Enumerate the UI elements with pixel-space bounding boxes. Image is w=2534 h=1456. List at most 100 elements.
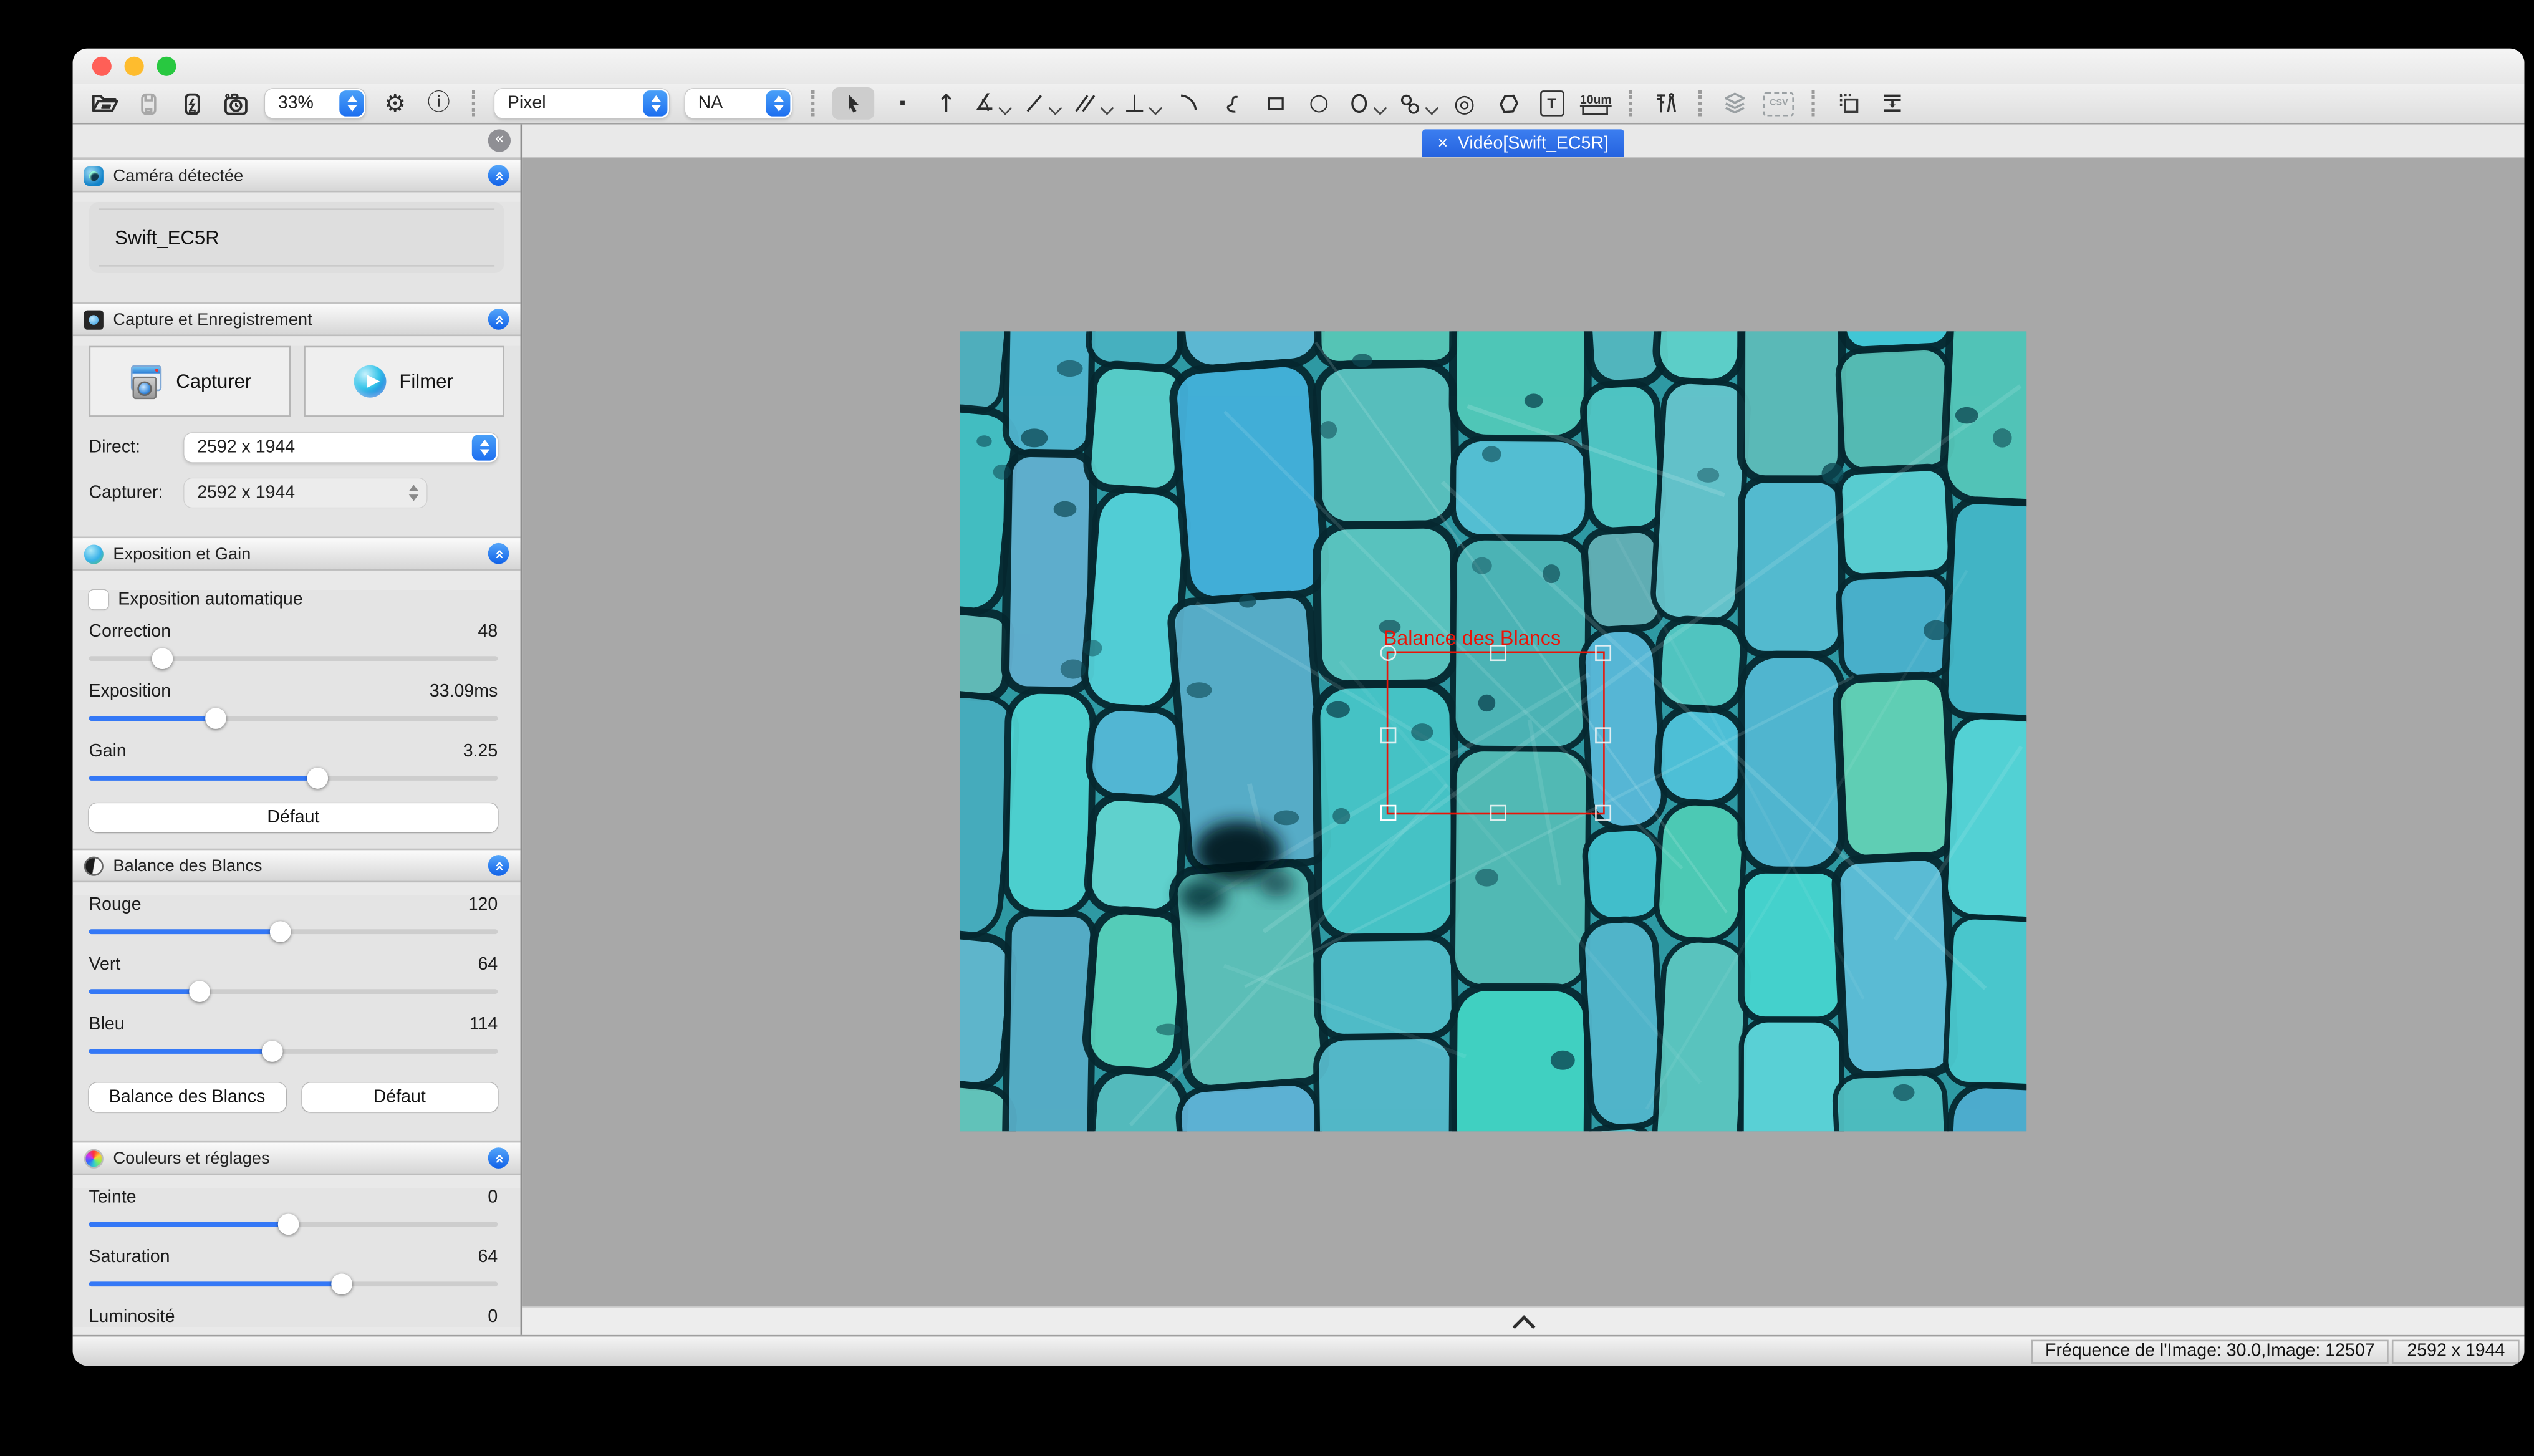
section-header-colors[interactable]: Couleurs et réglages « bbox=[73, 1141, 521, 1175]
rectangle-tool[interactable] bbox=[1260, 87, 1291, 120]
gain-slider[interactable] bbox=[89, 768, 498, 789]
saturation-slider[interactable] bbox=[89, 1273, 498, 1294]
roi-handle[interactable] bbox=[1380, 805, 1396, 821]
timed-capture-button[interactable] bbox=[219, 87, 250, 120]
camera-list-item[interactable]: Swift_EC5R bbox=[99, 208, 494, 266]
slider-thumb[interactable] bbox=[271, 921, 292, 942]
polygon-tool[interactable] bbox=[1493, 87, 1523, 120]
measure-settings-button[interactable] bbox=[1650, 87, 1681, 120]
exposure-default-button[interactable]: Défaut bbox=[89, 803, 498, 832]
cursor-icon bbox=[842, 90, 864, 116]
scalebar-tool[interactable]: 10um bbox=[1580, 87, 1612, 120]
text-tool[interactable]: T bbox=[1536, 87, 1567, 120]
perpendicular-tool[interactable]: ⊥ bbox=[1124, 87, 1160, 120]
white-balance-button[interactable]: Balance des Blancs bbox=[89, 1083, 286, 1112]
slider-thumb[interactable] bbox=[205, 708, 226, 729]
exposure-slider[interactable] bbox=[89, 708, 498, 729]
arc-tool[interactable] bbox=[1173, 87, 1203, 120]
collapse-section-button[interactable]: « bbox=[488, 1147, 509, 1169]
collapse-section-button[interactable]: « bbox=[488, 165, 509, 186]
blue-slider[interactable] bbox=[89, 1041, 498, 1062]
angle-tool[interactable]: ∡ bbox=[975, 87, 1009, 120]
collapse-section-button[interactable]: « bbox=[488, 543, 509, 564]
white-balance-default-button[interactable]: Défaut bbox=[301, 1083, 498, 1112]
circle-tool[interactable]: ○ bbox=[1304, 87, 1334, 120]
red-slider[interactable] bbox=[89, 921, 498, 942]
direct-resolution-select[interactable]: 2592 x 1944 bbox=[184, 433, 498, 463]
zoom-window-button[interactable] bbox=[157, 57, 176, 76]
flash-capture-button[interactable] bbox=[176, 87, 207, 120]
duplicate-button[interactable] bbox=[1833, 87, 1864, 120]
auto-exposure-checkbox[interactable] bbox=[89, 590, 108, 609]
collapse-section-button[interactable]: « bbox=[488, 309, 509, 330]
video-tab[interactable]: × Vidéo[Swift_EC5R] bbox=[1422, 129, 1625, 157]
pointer-tool[interactable] bbox=[832, 87, 874, 120]
auto-exposure-label: Exposition automatique bbox=[118, 590, 302, 609]
line-tool[interactable] bbox=[1022, 87, 1059, 120]
camera-list: Swift_EC5R bbox=[89, 202, 504, 273]
parallel-lines-tool[interactable] bbox=[1072, 87, 1111, 120]
collapse-section-button[interactable]: « bbox=[488, 855, 509, 876]
slider-thumb[interactable] bbox=[307, 768, 329, 789]
close-window-button[interactable] bbox=[92, 57, 112, 76]
roi-handle[interactable] bbox=[1596, 805, 1612, 821]
bottom-panel-expander[interactable] bbox=[522, 1306, 2524, 1335]
chevron-up-icon: « bbox=[491, 170, 507, 181]
roi-handle[interactable] bbox=[1490, 645, 1506, 661]
slider-thumb[interactable] bbox=[152, 648, 173, 669]
slider-thumb[interactable] bbox=[279, 1213, 300, 1235]
section-header-exposure[interactable]: Exposition et Gain « bbox=[73, 536, 521, 570]
green-slider[interactable] bbox=[89, 981, 498, 1002]
slider-thumb[interactable] bbox=[189, 981, 210, 1002]
objective-select[interactable]: NA bbox=[685, 89, 792, 118]
tab-title: Vidéo[Swift_EC5R] bbox=[1458, 133, 1609, 153]
csv-export-button[interactable]: CSV bbox=[1763, 87, 1794, 120]
roi-handle[interactable] bbox=[1490, 805, 1506, 821]
record-button[interactable]: Filmer bbox=[303, 346, 504, 417]
correction-slider[interactable] bbox=[89, 648, 498, 669]
open-file-button[interactable] bbox=[89, 87, 120, 120]
layers-button[interactable] bbox=[1720, 87, 1750, 120]
section-header-capture[interactable]: Capture et Enregistrement « bbox=[73, 302, 521, 336]
info-button[interactable]: ⓘ bbox=[423, 87, 454, 120]
point-tool[interactable]: · bbox=[887, 87, 918, 120]
status-bar: Fréquence de l'Image: 30.0,Image: 12507 … bbox=[73, 1335, 2525, 1366]
frame-info-status: Fréquence de l'Image: 30.0,Image: 12507 bbox=[2031, 1339, 2389, 1363]
camera-flash-icon bbox=[178, 90, 204, 117]
stepper-icon[interactable] bbox=[339, 90, 364, 116]
slider-label: Correction bbox=[89, 622, 478, 642]
slider-thumb[interactable] bbox=[332, 1273, 353, 1294]
curve-tool[interactable] bbox=[1216, 87, 1247, 120]
unit-select[interactable]: Pixel bbox=[494, 89, 669, 118]
section-header-white-balance[interactable]: Balance des Blancs « bbox=[73, 849, 521, 882]
roi-handle[interactable] bbox=[1596, 645, 1612, 661]
settings-button[interactable]: ⚙ bbox=[380, 87, 410, 120]
toolbar-separator bbox=[811, 90, 814, 116]
hue-slider[interactable] bbox=[89, 1213, 498, 1235]
arrow-tool[interactable]: ↑ bbox=[931, 87, 961, 120]
white-balance-roi[interactable]: Balance des Blancs bbox=[1387, 652, 1606, 815]
tab-close-icon[interactable]: × bbox=[1438, 133, 1448, 153]
concentric-circles-tool[interactable]: ◎ bbox=[1449, 87, 1480, 120]
stepper-icon[interactable] bbox=[766, 90, 791, 116]
zoom-select[interactable]: 33% bbox=[265, 89, 365, 118]
ellipse-tool[interactable] bbox=[1347, 87, 1385, 120]
caliper-compass-icon bbox=[1653, 90, 1679, 116]
stepper-icon[interactable] bbox=[472, 435, 496, 460]
linked-circles-tool[interactable] bbox=[1397, 87, 1436, 120]
roi-handle[interactable] bbox=[1380, 645, 1396, 661]
roi-handle[interactable] bbox=[1596, 726, 1612, 743]
save-button[interactable] bbox=[133, 87, 163, 120]
capture-button[interactable]: Capturer bbox=[89, 346, 291, 417]
minimize-window-button[interactable] bbox=[125, 57, 144, 76]
sidebar-collapse-button[interactable]: « bbox=[488, 129, 511, 152]
section-header-camera[interactable]: Caméra détectée « bbox=[73, 158, 521, 192]
flatten-button[interactable] bbox=[1877, 87, 1907, 120]
viewport[interactable]: Balance des Blancs bbox=[522, 158, 2524, 1306]
snap-resolution-select[interactable]: 2592 x 1944 bbox=[184, 478, 426, 508]
live-video-frame[interactable]: Balance des Blancs bbox=[960, 331, 2027, 1131]
roi-handle[interactable] bbox=[1380, 726, 1396, 743]
slider-thumb[interactable] bbox=[263, 1041, 284, 1062]
color-wheel-icon bbox=[84, 1148, 104, 1167]
stepper-icon[interactable] bbox=[643, 90, 668, 116]
